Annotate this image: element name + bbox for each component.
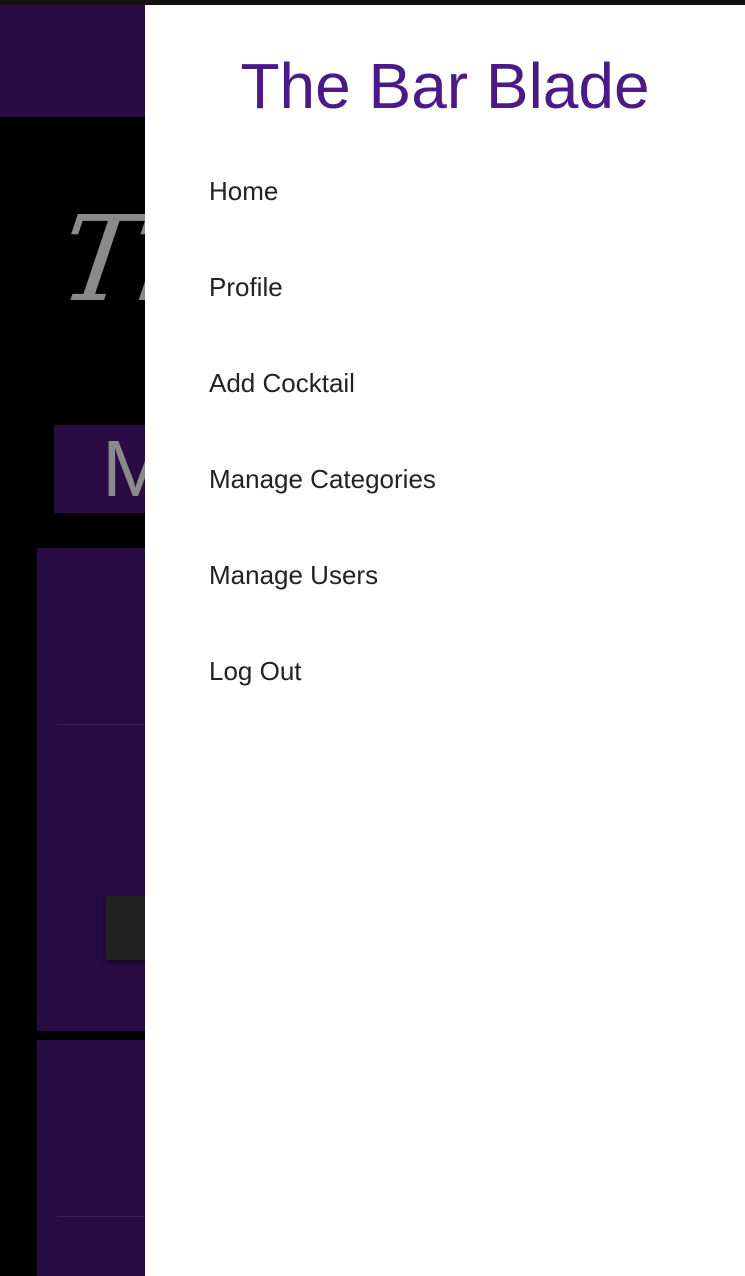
nav-link-log-out[interactable]: Log Out [209, 623, 729, 719]
drawer-brand-title[interactable]: The Bar Blade [145, 47, 745, 125]
drawer-nav-item-manage-users: Manage Users [209, 527, 729, 623]
drawer-nav-item-home: Home [209, 143, 729, 239]
drawer-nav-item-profile: Profile [209, 239, 729, 335]
drawer-nav-item-add-cocktail: Add Cocktail [209, 335, 729, 431]
nav-link-add-cocktail[interactable]: Add Cocktail [209, 335, 729, 431]
nav-link-profile[interactable]: Profile [209, 239, 729, 335]
nav-link-manage-users[interactable]: Manage Users [209, 527, 729, 623]
viewport: Th M The Bar Blade Home Profile Add Cock… [0, 0, 745, 1276]
drawer-nav-item-manage-categories: Manage Categories [209, 431, 729, 527]
drawer-nav-item-log-out: Log Out [209, 623, 729, 719]
nav-drawer: The Bar Blade Home Profile Add Cocktail … [145, 5, 745, 1276]
nav-link-home[interactable]: Home [209, 143, 729, 239]
nav-link-manage-categories[interactable]: Manage Categories [209, 431, 729, 527]
drawer-nav-list: Home Profile Add Cocktail Manage Categor… [209, 143, 729, 719]
